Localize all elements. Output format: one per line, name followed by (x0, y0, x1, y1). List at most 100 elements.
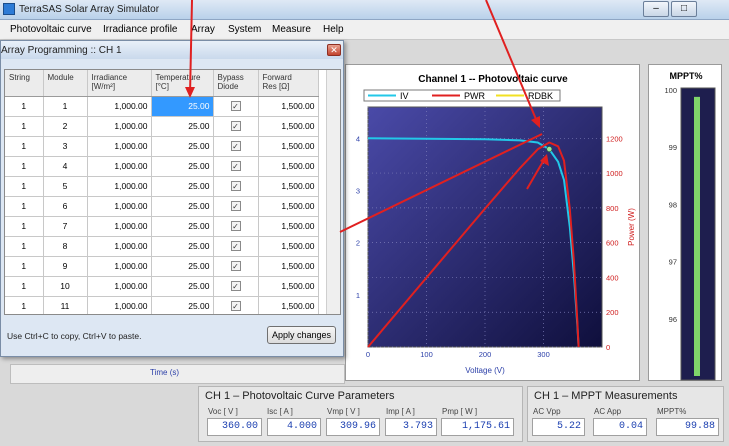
bypass-checkbox[interactable]: ✓ (230, 221, 241, 231)
menu-help[interactable]: Help (323, 24, 344, 35)
cell-forward-res[interactable]: 1,500.00 (258, 96, 319, 117)
bypass-checkbox[interactable]: ✓ (230, 281, 241, 291)
table-row[interactable]: 1 3 1,000.00 25.00 ✓ 1,500.00 (5, 136, 319, 157)
col-header-forward-res[interactable]: Forward Res [Ω] (258, 70, 319, 97)
bypass-checkbox[interactable]: ✓ (230, 241, 241, 251)
table-row[interactable]: 1 9 1,000.00 25.00 ✓ 1,500.00 (5, 256, 319, 277)
cell-module[interactable]: 11 (43, 296, 88, 314)
cell-forward-res[interactable]: 1,500.00 (258, 296, 319, 314)
cell-irradiance[interactable]: 1,000.00 (87, 156, 152, 177)
cell-bypass-diode[interactable]: ✓ (213, 196, 259, 217)
table-row[interactable]: 1 10 1,000.00 25.00 ✓ 1,500.00 (5, 276, 319, 297)
maximize-icon[interactable]: □ (671, 1, 697, 17)
cell-bypass-diode[interactable]: ✓ (213, 236, 259, 257)
table-row[interactable]: 1 11 1,000.00 25.00 ✓ 1,500.00 (5, 296, 319, 314)
cell-irradiance[interactable]: 1,000.00 (87, 136, 152, 157)
cell-string[interactable]: 1 (5, 136, 44, 157)
grid-scrollbar[interactable] (326, 70, 340, 314)
table-row[interactable]: 1 4 1,000.00 25.00 ✓ 1,500.00 (5, 156, 319, 177)
cell-forward-res[interactable]: 1,500.00 (258, 156, 319, 177)
table-row[interactable]: 1 1 1,000.00 25.00 ✓ 1,500.00 (5, 96, 319, 117)
cell-string[interactable]: 1 (5, 216, 44, 237)
bypass-checkbox[interactable]: ✓ (230, 181, 241, 191)
cell-bypass-diode[interactable]: ✓ (213, 256, 259, 277)
cell-string[interactable]: 1 (5, 116, 44, 137)
bypass-checkbox[interactable]: ✓ (230, 101, 241, 111)
cell-forward-res[interactable]: 1,500.00 (258, 256, 319, 277)
cell-module[interactable]: 2 (43, 116, 88, 137)
cell-irradiance[interactable]: 1,000.00 (87, 96, 152, 117)
col-header-string[interactable]: String (5, 70, 44, 97)
menu-irradiance-profile[interactable]: Irradiance profile (103, 24, 177, 35)
cell-irradiance[interactable]: 1,000.00 (87, 196, 152, 217)
cell-temperature[interactable]: 25.00 (151, 156, 214, 177)
cell-forward-res[interactable]: 1,500.00 (258, 136, 319, 157)
table-row[interactable]: 1 2 1,000.00 25.00 ✓ 1,500.00 (5, 116, 319, 137)
cell-irradiance[interactable]: 1,000.00 (87, 116, 152, 137)
table-row[interactable]: 1 6 1,000.00 25.00 ✓ 1,500.00 (5, 196, 319, 217)
cell-string[interactable]: 1 (5, 96, 44, 117)
cell-temperature[interactable]: 25.00 (151, 236, 214, 257)
cell-module[interactable]: 10 (43, 276, 88, 297)
cell-temperature[interactable]: 25.00 (151, 116, 214, 137)
table-row[interactable]: 1 8 1,000.00 25.00 ✓ 1,500.00 (5, 236, 319, 257)
col-header-irradiance[interactable]: Irradiance [W/m²] (87, 70, 152, 97)
col-header-module[interactable]: Module (43, 70, 88, 97)
cell-string[interactable]: 1 (5, 196, 44, 217)
cell-temperature[interactable]: 25.00 (151, 216, 214, 237)
bypass-checkbox[interactable]: ✓ (230, 201, 241, 211)
cell-bypass-diode[interactable]: ✓ (213, 116, 259, 137)
menu-photovoltaic-curve[interactable]: Photovoltaic curve (10, 24, 92, 35)
minimize-icon[interactable]: – (643, 1, 669, 17)
cell-string[interactable]: 1 (5, 176, 44, 197)
cell-bypass-diode[interactable]: ✓ (213, 136, 259, 157)
apply-changes-button[interactable]: Apply changes (267, 326, 336, 344)
menu-measure[interactable]: Measure (272, 24, 311, 35)
cell-module[interactable]: 1 (43, 96, 88, 117)
cell-module[interactable]: 9 (43, 256, 88, 277)
cell-irradiance[interactable]: 1,000.00 (87, 236, 152, 257)
bypass-checkbox[interactable]: ✓ (230, 301, 241, 311)
bypass-checkbox[interactable]: ✓ (230, 141, 241, 151)
cell-module[interactable]: 5 (43, 176, 88, 197)
cell-temperature[interactable]: 25.00 (151, 196, 214, 217)
cell-module[interactable]: 8 (43, 236, 88, 257)
close-icon[interactable]: ✕ (327, 44, 341, 56)
cell-string[interactable]: 1 (5, 156, 44, 177)
cell-temperature[interactable]: 25.00 (151, 176, 214, 197)
bypass-checkbox[interactable]: ✓ (230, 161, 241, 171)
cell-forward-res[interactable]: 1,500.00 (258, 236, 319, 257)
cell-string[interactable]: 1 (5, 236, 44, 257)
bypass-checkbox[interactable]: ✓ (230, 261, 241, 271)
cell-temperature[interactable]: 25.00 (151, 136, 214, 157)
menu-system[interactable]: System (228, 24, 261, 35)
cell-forward-res[interactable]: 1,500.00 (258, 176, 319, 197)
cell-temperature[interactable]: 25.00 (151, 296, 214, 314)
cell-forward-res[interactable]: 1,500.00 (258, 276, 319, 297)
cell-temperature[interactable]: 25.00 (151, 256, 214, 277)
col-header-bypass-diode[interactable]: Bypass Diode (213, 70, 259, 97)
menu-array[interactable]: Array (191, 24, 215, 35)
cell-bypass-diode[interactable]: ✓ (213, 296, 259, 314)
cell-temperature[interactable]: 25.00 (151, 276, 214, 297)
cell-bypass-diode[interactable]: ✓ (213, 156, 259, 177)
cell-forward-res[interactable]: 1,500.00 (258, 196, 319, 217)
cell-module[interactable]: 4 (43, 156, 88, 177)
window-titlebar[interactable]: TerraSAS Solar Array Simulator – □ (0, 0, 729, 20)
cell-module[interactable]: 6 (43, 196, 88, 217)
cell-irradiance[interactable]: 1,000.00 (87, 276, 152, 297)
cell-string[interactable]: 1 (5, 276, 44, 297)
cell-forward-res[interactable]: 1,500.00 (258, 116, 319, 137)
dialog-titlebar[interactable]: Array Programming :: CH 1 ✕ (1, 41, 343, 59)
cell-bypass-diode[interactable]: ✓ (213, 176, 259, 197)
cell-irradiance[interactable]: 1,000.00 (87, 296, 152, 314)
cell-bypass-diode[interactable]: ✓ (213, 276, 259, 297)
table-row[interactable]: 1 7 1,000.00 25.00 ✓ 1,500.00 (5, 216, 319, 237)
cell-irradiance[interactable]: 1,000.00 (87, 216, 152, 237)
cell-module[interactable]: 7 (43, 216, 88, 237)
cell-string[interactable]: 1 (5, 296, 44, 314)
cell-bypass-diode[interactable]: ✓ (213, 96, 259, 117)
cell-temperature[interactable]: 25.00 (151, 96, 214, 117)
col-header-temperature[interactable]: Temperature [°C] (151, 70, 214, 97)
bypass-checkbox[interactable]: ✓ (230, 121, 241, 131)
